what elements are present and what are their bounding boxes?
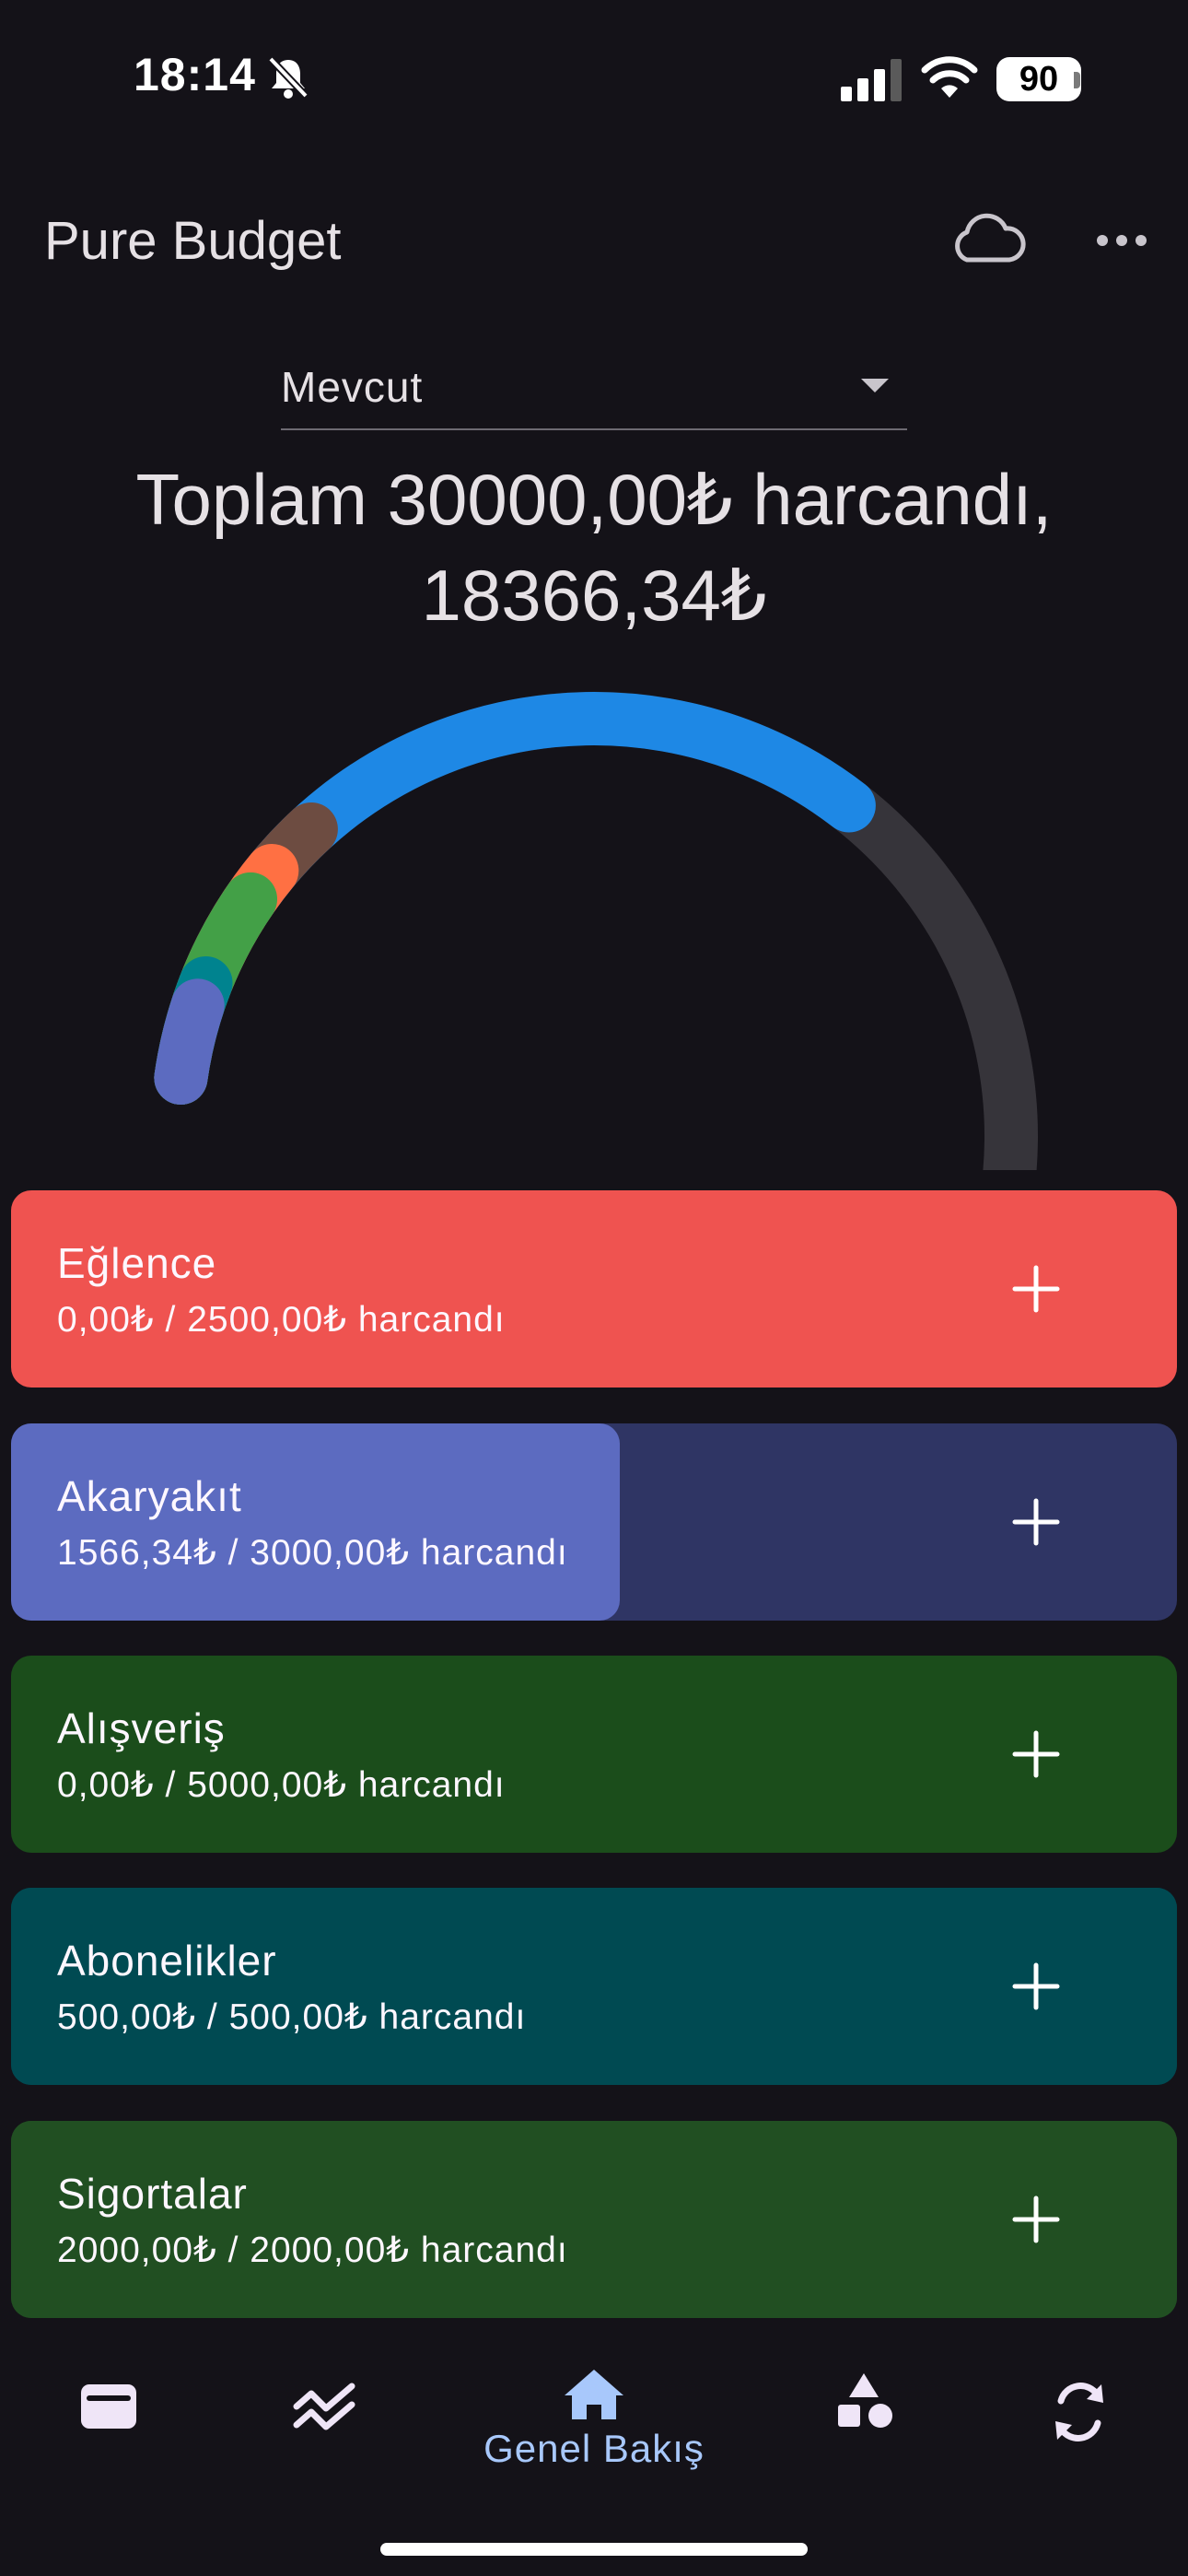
spending-gauge — [154, 692, 1038, 1170]
budget-name: Eğlence — [57, 1239, 217, 1287]
summary-line-1: Toplam 30000,00₺ harcandı, — [135, 459, 1053, 540]
budget-spent-text: 1566,34₺ / 3000,00₺ harcandı — [57, 1533, 568, 1573]
budget-card[interactable]: Sigortalar 2000,00₺ / 2000,00₺ harcandı — [11, 2121, 1177, 2318]
budget-spent-text: 0,00₺ / 2500,00₺ harcandı — [57, 1300, 506, 1340]
status-time: 18:14 — [134, 49, 256, 100]
budget-name: Sigortalar — [57, 2170, 248, 2218]
cloud-icon[interactable] — [949, 212, 1028, 267]
wifi-icon — [921, 56, 978, 98]
budget-name: Akaryakıt — [57, 1472, 242, 1520]
budget-spent-text: 0,00₺ / 5000,00₺ harcandı — [57, 1765, 506, 1805]
signal-icon — [841, 59, 902, 101]
nav-label-overview[interactable]: Genel Bakış — [0, 2427, 1188, 2471]
battery-indicator: 90 — [996, 57, 1081, 101]
period-dropdown[interactable]: Mevcut — [281, 355, 907, 430]
budget-name: Alışveriş — [57, 1704, 226, 1752]
budget-spent-text: 500,00₺ / 500,00₺ harcandı — [57, 1997, 527, 2037]
add-expense-plus-icon[interactable] — [1002, 2185, 1070, 2254]
home-indicator — [380, 2543, 808, 2556]
dropdown-arrow-icon — [861, 379, 889, 392]
silent-bell-icon — [268, 56, 309, 99]
summary-line-2: 18366,34₺ — [421, 555, 767, 636]
spending-summary: Toplam 30000,00₺ harcandı, 18366,34₺ — [0, 451, 1188, 643]
battery-tip — [1074, 72, 1080, 88]
gauge-track — [154, 692, 1038, 1170]
add-expense-plus-icon[interactable] — [1002, 1255, 1070, 1323]
add-expense-plus-icon[interactable] — [1002, 1488, 1070, 1556]
budget-card[interactable]: Alışveriş 0,00₺ / 5000,00₺ harcandı — [11, 1656, 1177, 1853]
budget-card[interactable]: Akaryakıt 1566,34₺ / 3000,00₺ harcandı — [11, 1423, 1177, 1621]
budget-card[interactable]: Abonelikler 500,00₺ / 500,00₺ harcandı — [11, 1888, 1177, 2085]
period-dropdown-value: Mevcut — [281, 363, 424, 411]
budget-progress-fill — [11, 1423, 620, 1621]
add-expense-plus-icon[interactable] — [1002, 1952, 1070, 2020]
app-title: Pure Budget — [44, 211, 342, 271]
add-expense-plus-icon[interactable] — [1002, 1720, 1070, 1788]
gauge-segment — [154, 978, 225, 1105]
more-icon[interactable] — [1091, 217, 1152, 263]
budget-card[interactable]: Eğlence 0,00₺ / 2500,00₺ harcandı — [11, 1190, 1177, 1388]
budget-name: Abonelikler — [57, 1937, 277, 1985]
budget-spent-text: 2000,00₺ / 2000,00₺ harcandı — [57, 2231, 568, 2270]
